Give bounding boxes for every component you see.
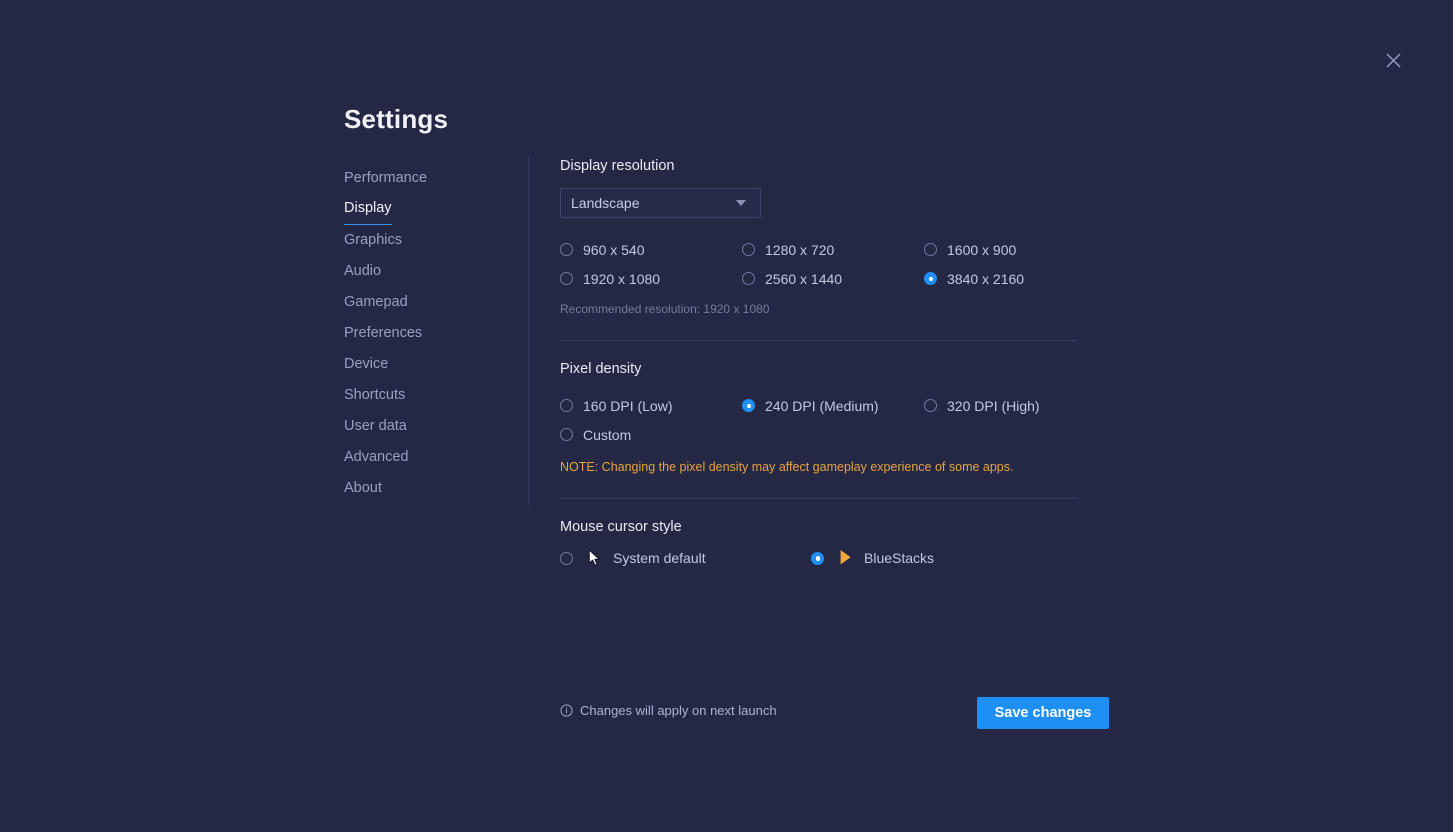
sidebar-row: Preferences [344,318,514,349]
sidebar-item-shortcuts[interactable]: Shortcuts [344,380,405,411]
sidebar-row: Display [344,194,514,225]
resolution-option-2560x1440[interactable]: 2560 x 1440 [742,264,924,293]
settings-sidebar: Performance Display Graphics Audio Gamep… [344,163,514,504]
sidebar-item-performance[interactable]: Performance [344,163,427,194]
sidebar-item-about[interactable]: About [344,473,382,504]
sidebar-row: Device [344,349,514,380]
settings-content: Display resolution Landscape 960 x 540 1… [560,158,1078,567]
orientation-dropdown[interactable]: Landscape [560,188,761,218]
page-title: Settings [344,104,449,134]
sidebar-item-graphics[interactable]: Graphics [344,225,402,256]
pixel-density-note: NOTE: Changing the pixel density may aff… [560,460,1014,474]
footer-note-text: Changes will apply on next launch [580,703,777,718]
sidebar-item-user-data[interactable]: User data [344,411,407,442]
recommended-resolution-hint: Recommended resolution: 1920 x 1080 [560,302,770,316]
resolution-radio-group: 960 x 540 1280 x 720 1600 x 900 1920 x 1… [560,235,1078,293]
density-option-240[interactable]: 240 DPI (Medium) [742,391,924,420]
sidebar-item-display[interactable]: Display [344,194,392,225]
mouse-cursor-section: Mouse cursor style System default BlueSt… [560,519,1078,567]
pixel-density-radio-group: 160 DPI (Low) 240 DPI (Medium) 320 DPI (… [560,391,1078,449]
resolution-option-label: 1280 x 720 [765,241,835,258]
resolution-option-1600x900[interactable]: 1600 x 900 [924,235,1078,264]
sidebar-row: User data [344,411,514,442]
bluestacks-cursor-icon [834,549,856,567]
mouse-cursor-title: Mouse cursor style [560,519,682,535]
radio-icon [560,428,573,441]
info-circle-icon [560,704,573,717]
resolution-option-label: 960 x 540 [583,241,645,258]
sidebar-divider [528,155,529,507]
close-button[interactable] [1381,48,1405,72]
orientation-dropdown-value: Landscape [571,195,640,211]
pixel-density-section: Pixel density 160 DPI (Low) 240 DPI (Med… [560,361,1078,474]
radio-icon [560,272,573,285]
sidebar-row: Performance [344,163,514,194]
sidebar-row: Gamepad [344,287,514,318]
chevron-down-icon [736,200,746,206]
resolution-option-960x540[interactable]: 960 x 540 [560,235,742,264]
density-option-label: 240 DPI (Medium) [765,397,879,414]
display-resolution-section: Display resolution Landscape 960 x 540 1… [560,158,1078,316]
sidebar-row: Advanced [344,442,514,473]
radio-icon [924,272,937,285]
resolution-option-1920x1080[interactable]: 1920 x 1080 [560,264,742,293]
radio-icon [924,243,937,256]
footer-note: Changes will apply on next launch [560,703,777,718]
radio-icon [560,551,573,565]
density-option-160[interactable]: 160 DPI (Low) [560,391,742,420]
resolution-option-1280x720[interactable]: 1280 x 720 [742,235,924,264]
radio-icon [742,243,755,256]
resolution-option-label: 1920 x 1080 [583,270,661,287]
radio-icon [742,272,755,285]
pixel-density-title: Pixel density [560,361,642,377]
density-option-custom[interactable]: Custom [560,420,742,449]
sidebar-item-advanced[interactable]: Advanced [344,442,409,473]
sidebar-row: About [344,473,514,504]
density-option-320[interactable]: 320 DPI (High) [924,391,1078,420]
cursor-option-label: System default [613,550,706,566]
display-resolution-title: Display resolution [560,158,675,174]
resolution-option-label: 2560 x 1440 [765,270,843,287]
mouse-cursor-radio-group: System default BlueStacks [560,549,1078,567]
resolution-option-label: 1600 x 900 [947,241,1017,258]
cursor-option-system-default[interactable]: System default [560,549,811,567]
density-option-label: 320 DPI (High) [947,397,1040,414]
radio-icon [560,243,573,256]
sidebar-row: Shortcuts [344,380,514,411]
sidebar-item-audio[interactable]: Audio [344,256,381,287]
resolution-option-3840x2160[interactable]: 3840 x 2160 [924,264,1078,293]
save-changes-button[interactable]: Save changes [977,697,1109,729]
density-option-label: 160 DPI (Low) [583,397,673,414]
radio-icon [811,551,824,565]
close-icon [1385,52,1402,69]
density-option-label: Custom [583,426,632,443]
radio-icon [924,399,937,412]
cursor-option-bluestacks[interactable]: BlueStacks [811,549,934,567]
sidebar-item-gamepad[interactable]: Gamepad [344,287,408,318]
sidebar-item-device[interactable]: Device [344,349,388,380]
settings-window: Settings Performance Display Graphics Au… [0,0,1453,832]
radio-icon [560,399,573,412]
sidebar-item-preferences[interactable]: Preferences [344,318,422,349]
radio-icon [742,399,755,412]
sidebar-row: Graphics [344,225,514,256]
system-cursor-icon [583,549,605,567]
cursor-option-label: BlueStacks [864,550,935,566]
sidebar-row: Audio [344,256,514,287]
resolution-option-label: 3840 x 2160 [947,270,1025,287]
